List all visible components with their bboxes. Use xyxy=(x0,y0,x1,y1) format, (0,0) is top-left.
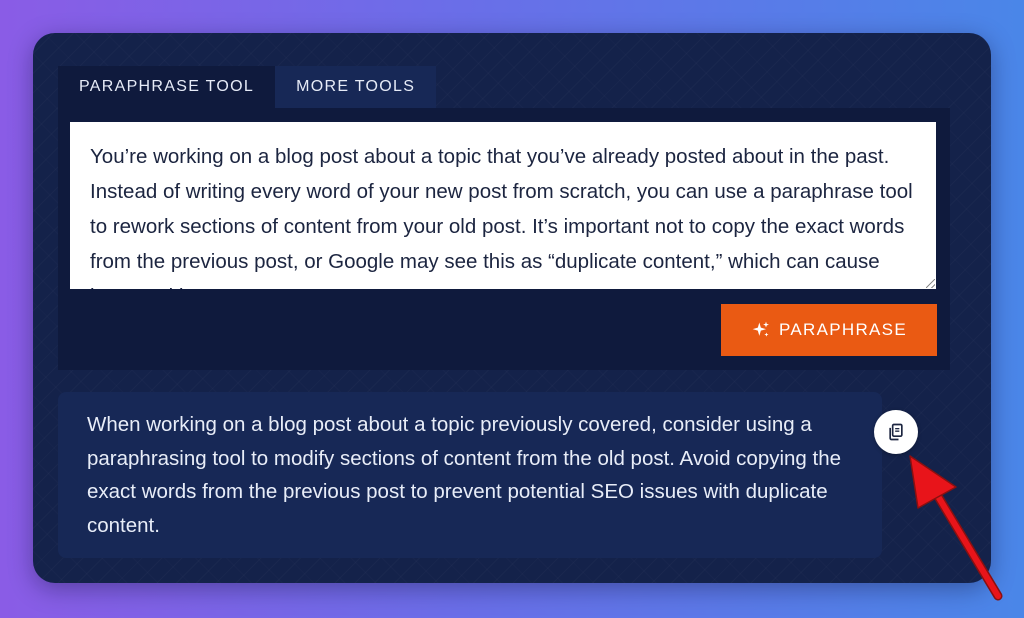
editor-panel: You’re working on a blog post about a to… xyxy=(58,108,950,370)
sparkle-icon xyxy=(752,321,769,337)
tab-bar: PARAPHRASE TOOL MORE TOOLS xyxy=(58,66,437,108)
paraphrase-button[interactable]: PARAPHRASE xyxy=(721,304,937,356)
output-panel: When working on a blog post about a topi… xyxy=(58,392,882,558)
paraphrase-button-label: PARAPHRASE xyxy=(779,320,907,339)
paraphrase-tool-card: PARAPHRASE TOOL MORE TOOLS You’re workin… xyxy=(33,33,991,583)
copy-icon xyxy=(889,423,903,441)
input-textarea[interactable]: You’re working on a blog post about a to… xyxy=(70,122,936,289)
tab-more-tools[interactable]: MORE TOOLS xyxy=(275,66,437,108)
output-text: When working on a blog post about a topi… xyxy=(87,413,842,537)
copy-button[interactable] xyxy=(874,410,918,454)
resize-handle[interactable] xyxy=(926,279,935,288)
input-text: You’re working on a blog post about a to… xyxy=(90,145,913,289)
tab-paraphrase-tool[interactable]: PARAPHRASE TOOL xyxy=(58,66,276,108)
